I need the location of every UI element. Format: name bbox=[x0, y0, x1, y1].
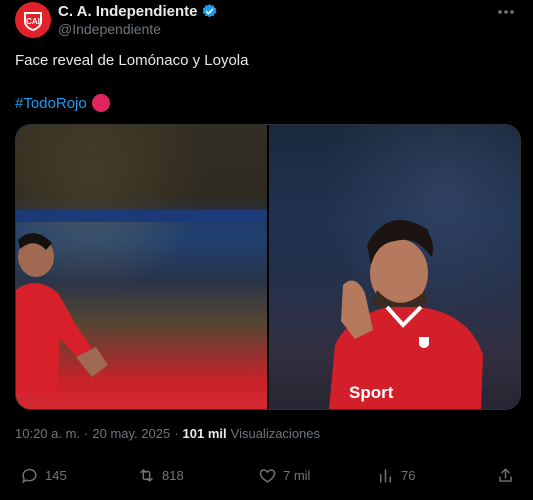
action-bar: 145 818 7 mil 76 bbox=[0, 466, 533, 492]
meta-separator: · bbox=[84, 426, 89, 441]
tweet-meta: 10:20 a. m. · 20 may. 2025 · 101 mil Vis… bbox=[15, 426, 320, 441]
meta-separator: · bbox=[174, 426, 179, 441]
heart-icon bbox=[259, 469, 276, 483]
more-options-button[interactable] bbox=[495, 2, 517, 22]
like-button[interactable]: 7 mil bbox=[258, 466, 310, 485]
retweet-icon bbox=[140, 469, 153, 482]
share-button[interactable] bbox=[496, 466, 515, 485]
verified-badge-icon bbox=[203, 4, 217, 18]
avatar[interactable]: CAI bbox=[15, 2, 51, 38]
views-label: Visualizaciones bbox=[230, 426, 321, 441]
retweet-count: 818 bbox=[162, 468, 184, 483]
like-count: 7 mil bbox=[283, 468, 311, 483]
red-circle-icon bbox=[91, 94, 110, 112]
tweet-date[interactable]: 20 may. 2025 bbox=[92, 426, 170, 441]
photo-lomonaco[interactable] bbox=[16, 125, 267, 409]
bar-chart-icon bbox=[379, 469, 392, 483]
tweet-time[interactable]: 10:20 a. m. bbox=[15, 426, 80, 441]
tweet-card[interactable]: CAI C. A. Independiente @Independiente F… bbox=[0, 0, 533, 500]
account-handle[interactable]: @Independiente bbox=[58, 21, 161, 37]
player-celebrating-illustration bbox=[16, 125, 267, 409]
display-name[interactable]: C. A. Independiente bbox=[58, 3, 197, 20]
hashtag-link[interactable]: #TodoRojo bbox=[15, 95, 87, 112]
photo-loyola[interactable]: Sport bbox=[269, 125, 520, 409]
jersey-sponsor-text: Sport bbox=[349, 383, 394, 402]
svg-text:CAI: CAI bbox=[26, 17, 40, 26]
views-count: 101 mil bbox=[182, 426, 227, 441]
tweet-text: Face reveal de Lomónaco y Loyola bbox=[15, 52, 249, 69]
views-stats-button[interactable]: 76 bbox=[376, 466, 415, 485]
bookmark-count: 76 bbox=[401, 468, 416, 483]
account-name-row: C. A. Independiente bbox=[58, 3, 218, 20]
hashtag-row: #TodoRojo bbox=[15, 94, 110, 112]
reply-button[interactable]: 145 bbox=[20, 466, 67, 485]
independiente-crest-icon: CAI bbox=[24, 12, 42, 31]
more-horizontal-icon bbox=[498, 10, 514, 14]
share-icon bbox=[499, 468, 512, 482]
reply-icon bbox=[21, 468, 37, 484]
retweet-button[interactable]: 818 bbox=[137, 466, 184, 485]
player-clapping-illustration: Sport bbox=[269, 125, 520, 409]
media-grid: Sport bbox=[15, 124, 521, 410]
reply-count: 145 bbox=[45, 468, 67, 483]
